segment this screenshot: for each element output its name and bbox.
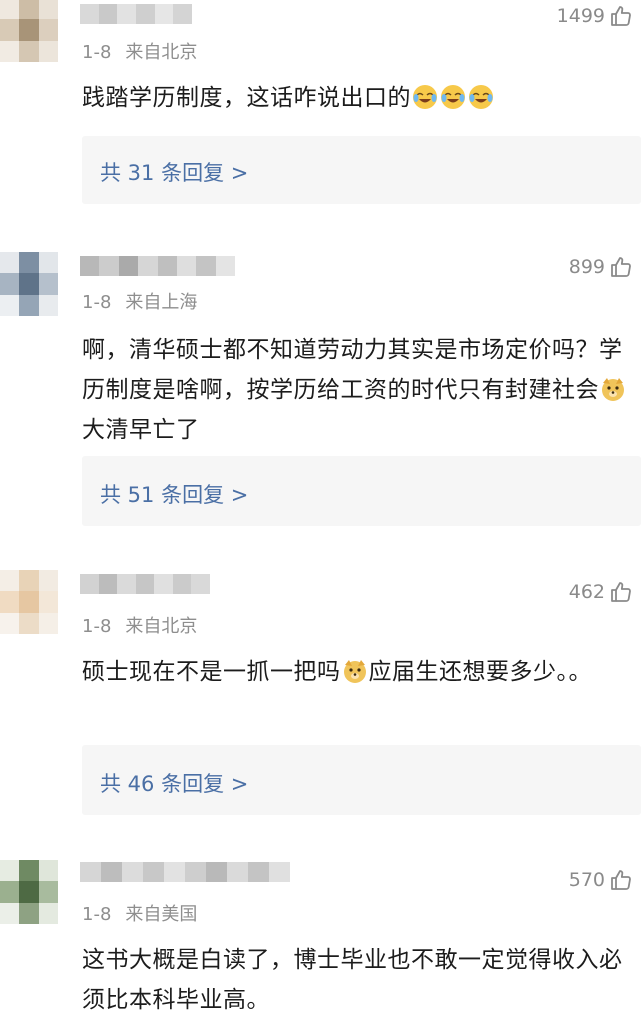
comment-text-part: 应届生还想要多少。。 — [368, 659, 592, 685]
comment-text: 啊，清华硕士都不知道劳动力其实是市场定价吗？学历制度是啥啊，按学历给工资的时代只… — [82, 330, 632, 450]
comment-item: 899 1-8 来自上海 啊，清华硕士都不知道劳动力其实是市场定价吗？学历制度是啥… — [0, 250, 641, 530]
comment-meta: 1-8 来自北京 — [82, 612, 197, 638]
replies-box[interactable]: 共 51 条回复 > — [82, 456, 641, 526]
laugh-cry-emoji — [441, 85, 465, 109]
comment-meta: 1-8 来自上海 — [82, 288, 197, 314]
comment-text: 这书大概是白读了，博士毕业也不敢一定觉得收入必须比本科毕业高。 — [82, 940, 632, 1020]
like-count: 570 — [568, 869, 605, 891]
comment-meta: 1-8 来自北京 — [82, 38, 197, 64]
doge-emoji — [602, 378, 624, 401]
comment-text: 践踏学历制度，这话咋说出口的 — [82, 78, 632, 118]
like-button[interactable]: 462 — [569, 580, 633, 604]
like-count: 1499 — [556, 5, 605, 27]
laugh-cry-emoji — [413, 85, 437, 109]
comment-location: 来自北京 — [125, 42, 198, 63]
view-replies-link[interactable]: 共 46 条回复 > — [100, 768, 248, 798]
like-button[interactable]: 1499 — [557, 4, 633, 28]
comment-date: 1-8 — [82, 292, 112, 313]
avatar[interactable] — [0, 0, 58, 62]
like-button[interactable]: 570 — [569, 868, 633, 892]
comment-location: 来自美国 — [125, 904, 198, 925]
username-blurred[interactable] — [80, 574, 210, 594]
avatar[interactable] — [0, 570, 58, 634]
username-blurred[interactable] — [80, 862, 290, 882]
comment-text: 硕士现在不是一抓一把吗 应届生还想要多少。。 — [82, 652, 632, 692]
comment-item: 462 1-8 来自北京 硕士现在不是一抓一把吗 应届生还想要多少。。 共 46 条… — [0, 570, 641, 820]
comment-text-part: 硕士现在不是一抓一把吗 — [82, 659, 341, 685]
doge-emoji — [343, 660, 366, 683]
comment-date: 1-8 — [82, 42, 112, 63]
comment-item: 570 1-8 来自美国 这书大概是白读了，博士毕业也不敢一定觉得收入必须比本科毕… — [0, 858, 641, 1018]
avatar[interactable] — [0, 252, 58, 316]
thumbs-up-icon — [611, 582, 631, 602]
comment-date: 1-8 — [82, 904, 112, 925]
avatar[interactable] — [0, 860, 58, 924]
comment-item: 1499 1-8 来自北京 践踏学历制度，这话咋说出口的 共 31 条回复 > — [0, 0, 641, 215]
username-blurred[interactable] — [80, 4, 192, 24]
comment-text-part: 大清早亡了 — [82, 417, 200, 443]
comment-text-part: 啊，清华硕士都不知道劳动力其实是市场定价吗？学历制度是啥啊，按学历给工资的时代只… — [82, 337, 623, 403]
like-button[interactable]: 899 — [569, 255, 633, 279]
like-count: 899 — [568, 256, 605, 278]
comment-text-part: 这书大概是白读了，博士毕业也不敢一定觉得收入必须比本科毕业高。 — [82, 947, 623, 1013]
comment-location: 来自北京 — [125, 616, 198, 637]
view-replies-link[interactable]: 共 31 条回复 > — [100, 157, 248, 187]
replies-box[interactable]: 共 31 条回复 > — [82, 136, 641, 204]
thumbs-up-icon — [611, 870, 631, 890]
thumbs-up-icon — [611, 6, 631, 26]
thumbs-up-icon — [611, 257, 631, 277]
comment-meta: 1-8 来自美国 — [82, 900, 197, 926]
replies-box[interactable]: 共 46 条回复 > — [82, 745, 641, 815]
username-blurred[interactable] — [80, 256, 235, 276]
view-replies-link[interactable]: 共 51 条回复 > — [100, 479, 248, 509]
comment-date: 1-8 — [82, 616, 112, 637]
comment-location: 来自上海 — [125, 292, 198, 313]
laugh-cry-emoji — [469, 85, 493, 109]
like-count: 462 — [568, 581, 605, 603]
comment-text-part: 践踏学历制度，这话咋说出口的 — [82, 85, 411, 111]
